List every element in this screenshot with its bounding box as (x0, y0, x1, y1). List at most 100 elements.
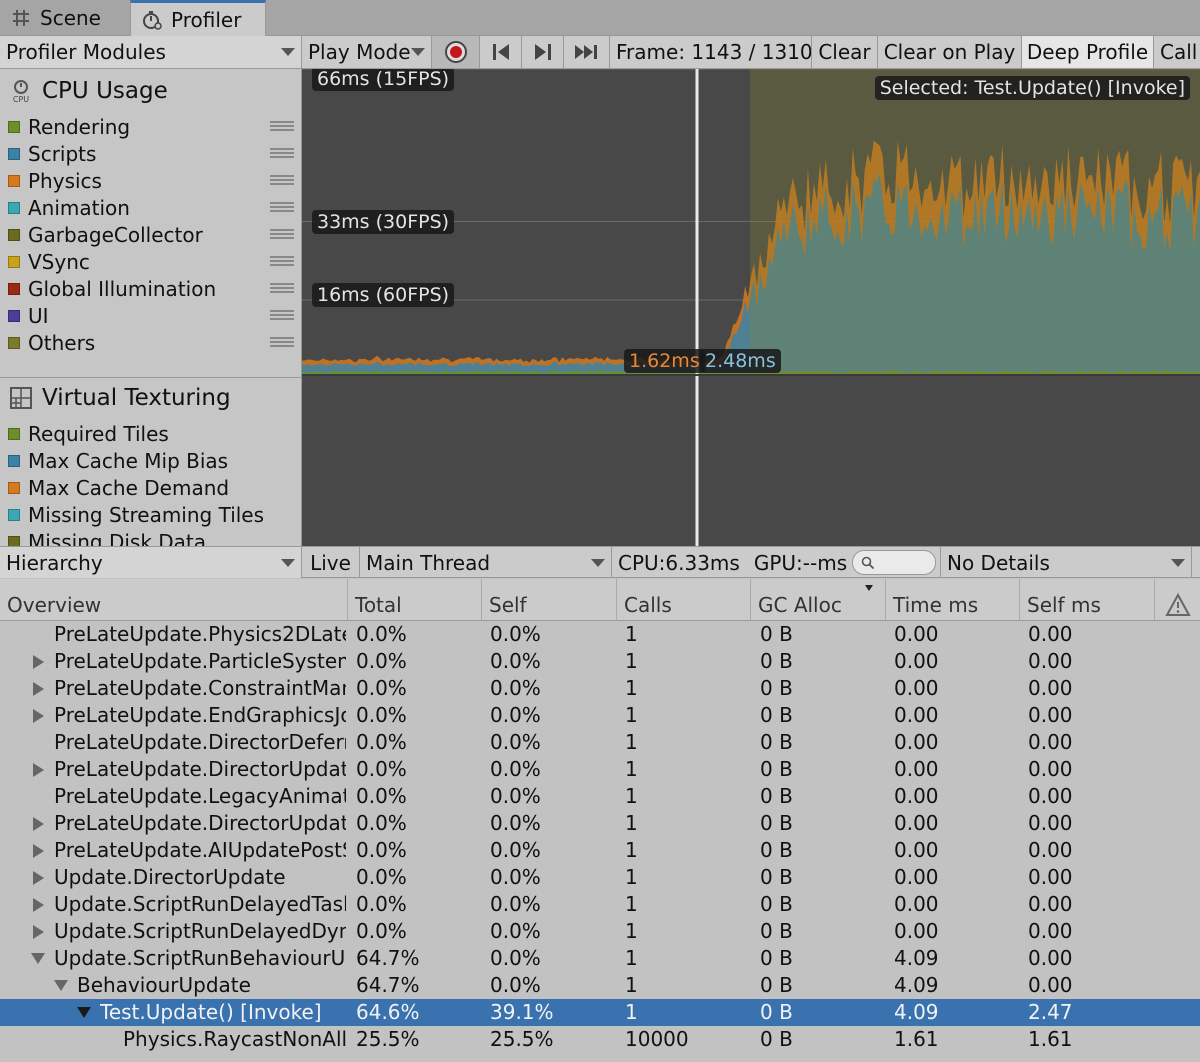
column-time-ms[interactable]: Time ms (886, 579, 1020, 621)
drag-handle-icon[interactable] (270, 229, 294, 239)
virtual-texturing-module-header[interactable]: Virtual Texturing (0, 377, 301, 417)
cpu-usage-module-header[interactable]: CPU CPU Usage (0, 71, 301, 111)
vt-legend-item[interactable]: Max Cache Mip Bias (0, 447, 301, 474)
collapsed-triangle-icon[interactable] (30, 675, 46, 702)
row-self: 0.0% (490, 703, 541, 727)
cpu-legend-item[interactable]: Global Illumination (0, 275, 301, 302)
row-calls: 1 (625, 649, 638, 673)
table-row-selected[interactable]: Test.Update() [Invoke] 64.6% 39.1% 1 0 B 4.09… (0, 999, 1200, 1026)
table-row[interactable]: PreLateUpdate.DirectorUpdate 0.0% 0.0% 1 0 B… (0, 756, 1200, 783)
cpu-legend-item[interactable]: Others (0, 329, 301, 356)
collapsed-triangle-icon[interactable] (30, 891, 46, 918)
cpu-legend-item[interactable]: VSync (0, 248, 301, 275)
table-row[interactable]: Physics.RaycastNonAll 25.5% 25.5% 10000 0 B 1… (0, 1026, 1200, 1053)
drag-handle-icon[interactable] (270, 256, 294, 266)
live-button[interactable]: Live (302, 547, 360, 578)
column-warnings[interactable] (1155, 579, 1200, 621)
collapsed-triangle-icon[interactable] (30, 648, 46, 675)
table-row[interactable]: BehaviourUpdate 64.7% 0.0% 1 0 B 4.09 0.00 (0, 972, 1200, 999)
table-row[interactable]: PreLateUpdate.DirectorUpdate 0.0% 0.0% 1 0 B… (0, 810, 1200, 837)
column-gc-alloc[interactable]: GC Alloc (751, 579, 886, 621)
expanded-triangle-icon[interactable] (30, 945, 46, 972)
collapsed-triangle-icon[interactable] (30, 756, 46, 783)
row-calls: 1 (625, 730, 638, 754)
expanded-triangle-icon[interactable] (53, 972, 69, 999)
current-frame-button[interactable] (564, 36, 610, 68)
cpu-legend-item[interactable]: GarbageCollector (0, 221, 301, 248)
table-row[interactable]: Update.ScriptRunDelayedDyna 0.0% 0.0% 1 0 B 0… (0, 918, 1200, 945)
chevron-down-icon (281, 48, 295, 56)
collapsed-triangle-icon[interactable] (30, 702, 46, 729)
row-calls: 1 (625, 919, 638, 943)
legend-label: VSync (28, 249, 90, 274)
details-dropdown[interactable]: No Details (940, 547, 1192, 578)
cpu-legend-item[interactable]: Rendering (0, 113, 301, 140)
row-gc-alloc: 0 B (760, 676, 793, 700)
vt-legend-item[interactable]: Missing Disk Data (0, 528, 301, 546)
collapsed-triangle-icon[interactable] (30, 810, 46, 837)
cpu-usage-chart[interactable]: 66ms (15FPS) 33ms (30FPS) 16ms (60FPS) S… (302, 69, 1200, 546)
row-self-ms: 0.00 (1028, 838, 1073, 862)
row-total: 25.5% (356, 1027, 420, 1051)
clear-button[interactable]: Clear (812, 36, 878, 68)
frame-counter: Frame: 1143 / 1310 (610, 36, 812, 68)
cpu-legend-item[interactable]: Scripts (0, 140, 301, 167)
column-self[interactable]: Self (482, 579, 617, 621)
table-row[interactable]: Update.ScriptRunBehaviourUp 64.7% 0.0% 1 0 B… (0, 945, 1200, 972)
cpu-legend-item[interactable]: Animation (0, 194, 301, 221)
row-self: 0.0% (490, 811, 541, 835)
gpu-time: GPU:--ms (753, 550, 848, 575)
table-row[interactable]: PreLateUpdate.EndGraphicsJo 0.0% 0.0% 1 0 B 0… (0, 702, 1200, 729)
drag-handle-icon[interactable] (270, 175, 294, 185)
column-total[interactable]: Total (348, 579, 482, 621)
drag-handle-icon[interactable] (270, 337, 294, 347)
row-self-ms: 0.00 (1028, 919, 1073, 943)
thread-dropdown[interactable]: Main Thread (360, 547, 612, 578)
row-total: 0.0% (356, 649, 407, 673)
vt-legend-item[interactable]: Required Tiles (0, 420, 301, 447)
row-calls: 1 (625, 946, 638, 970)
clear-on-play-button[interactable]: Clear on Play (878, 36, 1022, 68)
cpu-legend-item[interactable]: Physics (0, 167, 301, 194)
drag-handle-icon[interactable] (270, 202, 294, 212)
tab-scene[interactable]: Scene (0, 0, 128, 36)
row-gc-alloc: 0 B (760, 865, 793, 889)
view-mode-dropdown[interactable]: Hierarchy (0, 547, 302, 578)
record-button[interactable] (432, 36, 480, 68)
expanded-triangle-icon[interactable] (76, 999, 92, 1026)
table-row[interactable]: PreLateUpdate.DirectorDeferre 0.0% 0.0% 1 0 … (0, 729, 1200, 756)
view-mode-label: Hierarchy (6, 550, 103, 575)
vt-legend-item[interactable]: Missing Streaming Tiles (0, 501, 301, 528)
collapsed-triangle-icon[interactable] (30, 837, 46, 864)
drag-handle-icon[interactable] (270, 148, 294, 158)
tab-profiler[interactable]: Profiler (130, 0, 266, 37)
play-mode-dropdown[interactable]: Play Mode (302, 36, 432, 68)
previous-frame-button[interactable] (480, 36, 522, 68)
column-calls[interactable]: Calls (617, 579, 751, 621)
table-row[interactable]: PreLateUpdate.ConstraintMan 0.0% 0.0% 1 0 B 0… (0, 675, 1200, 702)
collapsed-triangle-icon[interactable] (30, 918, 46, 945)
column-overview[interactable]: Overview (0, 579, 348, 621)
vt-legend-item[interactable]: Max Cache Demand (0, 474, 301, 501)
deep-profile-button[interactable]: Deep Profile (1022, 36, 1154, 68)
call-stacks-button[interactable]: Call (1154, 36, 1200, 68)
hierarchy-table-header: Overview Total Self Calls GC Alloc Time … (0, 579, 1200, 621)
drag-handle-icon[interactable] (270, 310, 294, 320)
table-row[interactable]: PreLateUpdate.ParticleSystem 0.0% 0.0% 1 0 B… (0, 648, 1200, 675)
profiler-modules-dropdown[interactable]: Profiler Modules (0, 36, 302, 68)
column-self-ms[interactable]: Self ms (1020, 579, 1155, 621)
table-row[interactable]: PreLateUpdate.LegacyAnimati 0.0% 0.0% 1 0 B 0… (0, 783, 1200, 810)
step-forward-icon (534, 44, 551, 60)
drag-handle-icon[interactable] (270, 283, 294, 293)
table-row[interactable]: PreLateUpdate.Physics2DLate 0.0% 0.0% 1 0 B 0… (0, 621, 1200, 648)
next-frame-button[interactable] (522, 36, 564, 68)
table-row[interactable]: Update.DirectorUpdate 0.0% 0.0% 1 0 B 0.00 0.0… (0, 864, 1200, 891)
drag-handle-icon[interactable] (270, 121, 294, 131)
table-row[interactable]: Update.ScriptRunDelayedTask 0.0% 0.0% 1 0 B 0… (0, 891, 1200, 918)
collapsed-triangle-icon[interactable] (30, 864, 46, 891)
row-calls: 1 (625, 757, 638, 781)
row-name: BehaviourUpdate (77, 973, 251, 997)
cpu-legend-item[interactable]: UI (0, 302, 301, 329)
table-row[interactable]: PreLateUpdate.AIUpdatePostS 0.0% 0.0% 1 0 B 0… (0, 837, 1200, 864)
search-input[interactable] (852, 550, 936, 575)
